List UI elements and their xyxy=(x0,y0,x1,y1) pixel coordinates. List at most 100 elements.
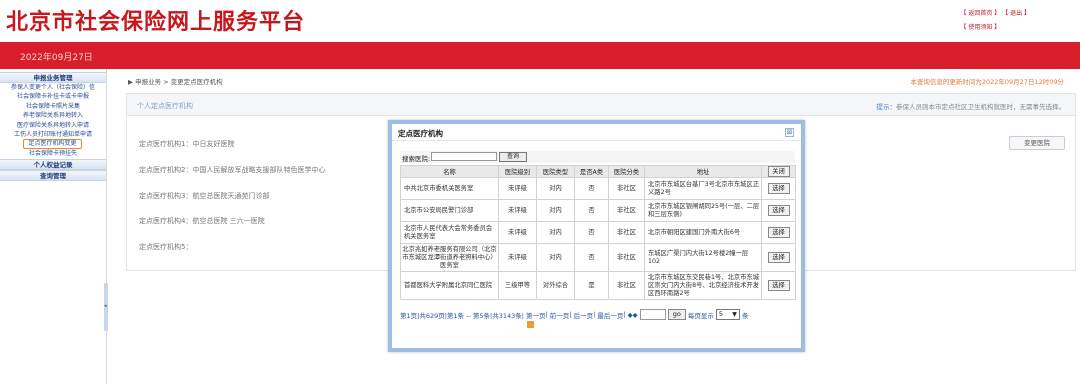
dialog-title: 定点医疗机构 xyxy=(398,129,443,138)
search-row: 搜索医院: 查询 xyxy=(400,151,795,163)
dialog-body: 搜索医院: 查询 名称 医院级别 医院类型 是否A类 医院分类 地址 关闭 中共… xyxy=(400,151,796,300)
sidebar-item-injury-print[interactable]: 工伤人员打印账付通知单申请 xyxy=(0,130,106,139)
page-size-select[interactable]: 5 ▼ xyxy=(715,309,740,320)
sidebar-section-query[interactable]: 查询管理 xyxy=(0,169,106,181)
site-title: 北京市社会保险网上服务平台 xyxy=(6,10,306,35)
hospital-type: 对内 xyxy=(536,177,575,200)
hospital-name: 首都医科大学附属北京同仁医院 xyxy=(400,271,499,300)
hint-text: 参保人员则本市定点社区卫生机构就医时，无需事先选择。 xyxy=(896,103,1065,111)
hospital-search-input[interactable] xyxy=(431,152,497,161)
panel-hint: 提示：参保人员则本市定点社区卫生机构就医时，无需事先选择。 xyxy=(877,101,1066,111)
column-header-is-a: 是否A类 xyxy=(574,165,609,178)
hospital-type: 对内 xyxy=(536,199,575,222)
chevron-down-icon: ▼ xyxy=(732,311,737,318)
hospital-address: 北京市朝阳区建国门外南大街6号 xyxy=(644,221,762,244)
page-number-input[interactable] xyxy=(639,309,666,320)
sidebar-collapse-handle[interactable]: ◂ xyxy=(104,283,108,331)
header-links: 【 返回首页 】 【 退出 】 【 使用须知 】 xyxy=(960,7,1030,35)
sidebar: 申报业务管理 参保人变更个人（社会保险）信 社会保障卡补挂卡或卡申报 社会保障卡… xyxy=(0,69,108,384)
hint-prefix: 提示： xyxy=(876,103,897,111)
hospital-category: 非社区 xyxy=(608,243,645,272)
sidebar-item-pension-transfer[interactable]: 养老保险关系异地转入 xyxy=(0,111,106,120)
sidebar-item-hospital-change[interactable]: 定点医疗机构变更 xyxy=(23,139,82,150)
next-page-link[interactable]: 后一页 xyxy=(574,310,594,320)
logout-link[interactable]: 【 退出 】 xyxy=(1002,10,1030,17)
sidebar-item-card-photo[interactable]: 社会保障卡照片采集 xyxy=(0,102,106,111)
hospital-level: 未评级 xyxy=(498,177,537,200)
sidebar-item-card-loss[interactable]: 社会保障卡预挂失 xyxy=(0,149,106,158)
sidebar-item-medical-transfer[interactable]: 医疗保险关系异地转入申请 xyxy=(0,121,106,130)
header: 北京市社会保险网上服务平台 【 返回首页 】 【 退出 】 【 使用须知 】 xyxy=(0,0,1080,42)
table-row: 北京市人民代表大会常务委员会机关医务室 未评级 对内 否 非社区 北京市朝阳区建… xyxy=(400,221,796,244)
hospital-row-4: 定点医疗机构4：航空总医院 三六一医院 xyxy=(139,217,265,225)
hospital-table: 名称 医院级别 医院类型 是否A类 医院分类 地址 关闭 中共北京市委机关医务室… xyxy=(400,165,796,300)
action-cell: 选择 xyxy=(761,199,796,222)
hospital-address: 东城区广渠门内大街12号楼2幢一层102 xyxy=(644,243,762,272)
hospital-category: 非社区 xyxy=(608,199,645,222)
breadcrumb: ▶ 申报业务 > 变更定点医疗机构 xyxy=(128,78,223,86)
change-hospital-button[interactable]: 变更医院 xyxy=(1009,136,1065,150)
notice-link[interactable]: 【 使用须知 】 xyxy=(960,24,1000,31)
home-link[interactable]: 【 返回首页 】 xyxy=(960,10,1000,17)
hospital-row-3: 定点医疗机构3：航空总医院天通苑门诊部 xyxy=(139,192,270,200)
close-button[interactable]: 关闭 xyxy=(767,166,790,177)
search-button[interactable]: 查询 xyxy=(499,152,527,162)
table-row: 北京兆如养老服务有限公司（北京市东城区龙潭街道养老照料中心）医务室 未评级 对内… xyxy=(400,243,796,272)
hospital-row-2: 定点医疗机构2：中国人民解放军战略支援部队特色医学中心 xyxy=(139,166,326,174)
search-label: 搜索医院: xyxy=(402,155,431,163)
hospital-level: 未评级 xyxy=(498,221,537,244)
column-header-type: 医院类型 xyxy=(536,165,575,178)
table-row: 首都医科大学附属北京同仁医院 三级甲等 对外综合 是 非社区 北京市东城区东交民… xyxy=(400,271,796,300)
hospital-name: 中共北京市委机关医务室 xyxy=(400,177,499,200)
pager-summary: 第1页|共629页|第1条 -- 第5条|共3143条| xyxy=(400,311,524,320)
hospital-is-a: 是 xyxy=(574,271,609,300)
column-header-category: 医院分类 xyxy=(608,165,645,178)
table-header-row: 名称 医院级别 医院类型 是否A类 医院分类 地址 关闭 xyxy=(400,165,796,178)
hospital-is-a: 否 xyxy=(574,243,609,272)
sidebar-item-card-replace[interactable]: 社会保障卡补挂卡或卡申报 xyxy=(0,92,106,101)
column-header-name: 名称 xyxy=(400,165,499,178)
hospital-row-1: 定点医疗机构1：中日友好医院 xyxy=(139,140,235,148)
action-cell: 选择 xyxy=(761,177,796,200)
sidebar-section-declare[interactable]: 申报业务管理 xyxy=(0,72,106,83)
prev-page-link[interactable]: 前一页 xyxy=(550,310,570,320)
column-header-level: 医院级别 xyxy=(498,165,537,178)
first-page-link[interactable]: 第一页 xyxy=(526,310,546,320)
sidebar-section-rights[interactable]: 个人权益记录 xyxy=(0,158,106,170)
select-button[interactable]: 选择 xyxy=(767,227,790,238)
action-cell: 选择 xyxy=(761,243,796,272)
jump-arrows-icon: ◆◆ xyxy=(627,310,638,319)
table-row: 中共北京市委机关医务室 未评级 对内 否 非社区 北京市东城区台基厂3号北京市东… xyxy=(400,177,796,200)
hospital-level: 未评级 xyxy=(498,199,537,222)
hospital-level: 三级甲等 xyxy=(498,271,537,300)
hospital-address: 北京市东城区台基厂3号北京市东城区正义路2号 xyxy=(644,177,762,200)
hospital-name: 北京市公安局民警门诊部 xyxy=(400,199,499,222)
go-button[interactable]: go xyxy=(667,309,686,320)
hospital-is-a: 否 xyxy=(574,177,609,200)
per-page-unit: 条 xyxy=(741,311,749,320)
table-row: 北京市公安局民警门诊部 未评级 对内 否 非社区 北京市东城区银闸胡同25号(一… xyxy=(400,199,796,222)
action-cell: 选择 xyxy=(761,271,796,300)
hospital-name: 北京市人民代表大会常务委员会机关医务室 xyxy=(400,221,499,244)
update-time-note: 本查询信息的更新时间为2022年09月27日12时09分 xyxy=(910,78,1064,86)
hospital-is-a: 否 xyxy=(574,221,609,244)
hospital-name: 北京兆如养老服务有限公司（北京市东城区龙潭街道养老照料中心）医务室 xyxy=(400,243,499,272)
cursor-highlight xyxy=(527,321,534,328)
panel-header: 个人定点医疗机构 提示：参保人员则本市定点社区卫生机构就医时，无需事先选择。 xyxy=(127,94,1075,116)
select-button[interactable]: 选择 xyxy=(767,183,790,194)
pagination: 第1页|共629页|第1条 -- 第5条|共3143条| 第一页| 前一页| 后… xyxy=(400,309,795,328)
select-button[interactable]: 选择 xyxy=(767,205,790,216)
select-button[interactable]: 选择 xyxy=(767,280,790,291)
per-page-label: 每页显示 xyxy=(687,311,714,320)
action-cell: 选择 xyxy=(761,221,796,244)
hospital-select-dialog: 定点医疗机构 ⊠ 搜索医院: 查询 名称 医院级别 医院类型 是否A类 医院分类… xyxy=(388,120,805,352)
current-date: 2022年09月27日 xyxy=(20,53,93,63)
sidebar-item-personal-info-change[interactable]: 参保人变更个人（社会保险）信 xyxy=(0,83,106,92)
hospital-category: 非社区 xyxy=(608,271,645,300)
hospital-address: 北京市东城区东交民巷1号、北京市东城区崇文门内大街8号、北京经济技术开发区西环南… xyxy=(644,271,762,300)
hospital-address: 北京市东城区银闸胡同25号(一层、二层和三层东侧) xyxy=(644,199,762,222)
close-icon[interactable]: ⊠ xyxy=(785,128,794,137)
select-button[interactable]: 选择 xyxy=(767,252,790,263)
last-page-link[interactable]: 最后一页 xyxy=(597,310,623,320)
top-bar: 2022年09月27日 xyxy=(0,42,1080,69)
